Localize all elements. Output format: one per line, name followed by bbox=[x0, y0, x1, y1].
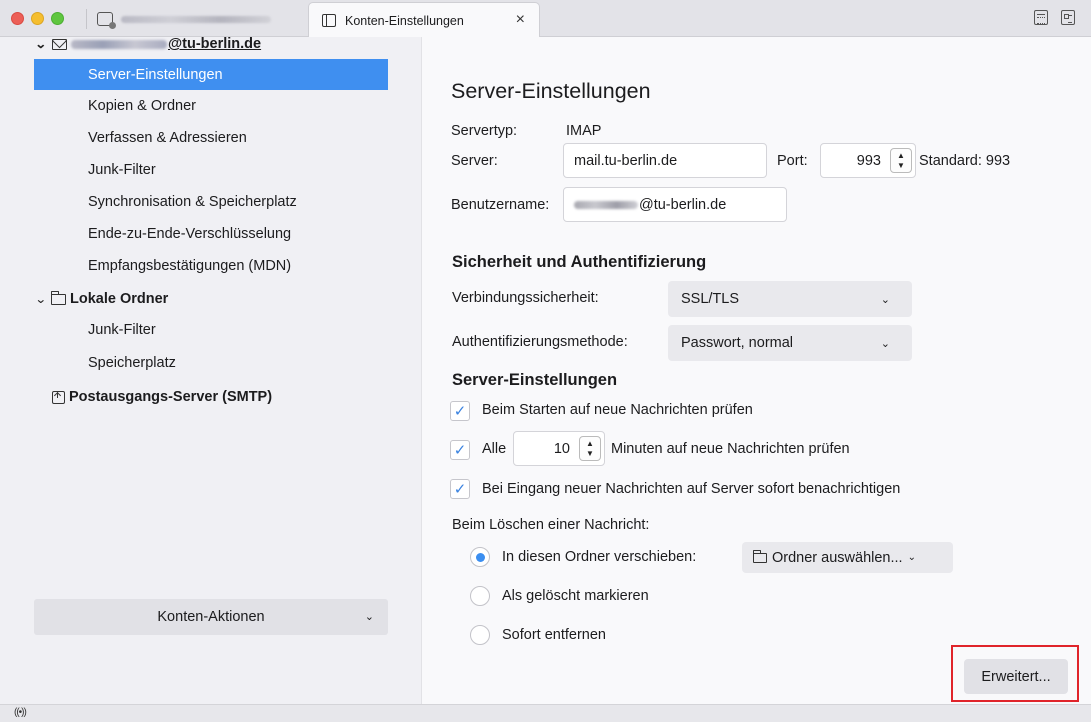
mark-deleted-radio[interactable] bbox=[470, 586, 490, 606]
redacted-username bbox=[574, 200, 638, 209]
server-settings-heading: Server-Einstellungen bbox=[452, 371, 618, 389]
security-heading: Sicherheit und Authentifizierung bbox=[452, 253, 707, 271]
servertype-label: Servertyp: bbox=[451, 123, 518, 139]
auth-method-select[interactable]: Passwort, normal ⌄ bbox=[668, 325, 912, 361]
account-header[interactable]: ⌄ @tu-berlin.de bbox=[35, 29, 262, 59]
minimize-window-button[interactable] bbox=[31, 12, 44, 25]
username-input[interactable]: @tu-berlin.de bbox=[563, 187, 787, 222]
account-actions-button[interactable]: Konten-Aktionen ⌄ bbox=[34, 599, 388, 635]
mail-icon bbox=[52, 38, 67, 50]
notify-label: Bei Eingang neuer Nachrichten auf Server… bbox=[482, 481, 901, 497]
redacted-account-name bbox=[71, 39, 167, 49]
account-actions-label: Konten-Aktionen bbox=[157, 609, 265, 625]
folder-select-button[interactable]: Ordner auswählen... ⌄ bbox=[742, 542, 953, 573]
connection-security-select[interactable]: SSL/TLS ⌄ bbox=[668, 281, 912, 317]
auth-method-value: Passwort, normal bbox=[681, 335, 794, 351]
tab-separator bbox=[86, 9, 87, 29]
sidebar-item-return-receipts[interactable]: Empfangsbestätigungen (MDN) bbox=[88, 251, 291, 281]
server-input[interactable]: mail.tu-berlin.de bbox=[563, 143, 767, 178]
connection-security-label: Verbindungssicherheit: bbox=[452, 290, 599, 306]
check-every-suffix: Minuten auf neue Nachrichten prüfen bbox=[611, 441, 850, 457]
delete-heading: Beim Löschen einer Nachricht: bbox=[452, 517, 650, 533]
close-window-button[interactable] bbox=[11, 12, 24, 25]
status-bar: ((•)) bbox=[0, 704, 1091, 722]
check-interval-value: 10 bbox=[553, 440, 570, 457]
tab-title: Konten-Einstellungen bbox=[345, 13, 464, 28]
connection-security-value: SSL/TLS bbox=[681, 291, 740, 307]
chevron-down-icon: ⌄ bbox=[880, 294, 890, 306]
chevron-down-icon: ⌄ bbox=[364, 611, 374, 623]
folder-select-label: Ordner auswählen... bbox=[772, 549, 903, 566]
sidebar-item-server-settings[interactable]: Server-Einstellungen bbox=[88, 59, 223, 90]
local-folders-header[interactable]: ⌄ Lokale Ordner bbox=[35, 284, 169, 314]
sidebar-item-composition[interactable]: Verfassen & Adressieren bbox=[88, 123, 247, 153]
remove-immediately-label: Sofort entfernen bbox=[502, 627, 606, 643]
chevron-down-icon[interactable]: ⌄ bbox=[35, 37, 49, 51]
sidebar-item-local-junk-filter[interactable]: Junk-Filter bbox=[88, 315, 156, 345]
zoom-window-button[interactable] bbox=[51, 12, 64, 25]
servertype-value: IMAP bbox=[566, 123, 602, 139]
chevron-down-icon: ⌄ bbox=[880, 338, 890, 350]
server-value: mail.tu-berlin.de bbox=[574, 152, 678, 169]
page-title: Server-Einstellungen bbox=[451, 79, 651, 103]
tab-mail[interactable] bbox=[97, 7, 271, 31]
server-label: Server: bbox=[451, 153, 498, 169]
check-every-label: Alle bbox=[482, 441, 507, 457]
chevron-down-icon: ⌄ bbox=[907, 552, 916, 563]
check-interval-stepper[interactable]: 10 ▲ ▼ bbox=[513, 431, 605, 466]
notify-checkbox[interactable]: ✓ bbox=[450, 479, 470, 499]
port-default-label: Standard: 993 bbox=[919, 153, 1011, 169]
sidebar-item-copies-folders[interactable]: Kopien & Ordner bbox=[88, 91, 196, 121]
tasks-icon[interactable] bbox=[1061, 10, 1075, 25]
chevron-down-icon[interactable]: ⌄ bbox=[35, 292, 49, 306]
settings-tab-icon bbox=[322, 14, 336, 27]
advanced-button[interactable]: Erweitert... bbox=[964, 659, 1068, 694]
tab-account-settings[interactable]: Konten-Einstellungen × bbox=[308, 2, 540, 38]
redacted-tab-title bbox=[121, 15, 271, 23]
check-on-start-checkbox[interactable]: ✓ bbox=[450, 401, 470, 421]
sidebar-item-local-storage[interactable]: Speicherplatz bbox=[88, 348, 176, 378]
local-folders-label: Lokale Ordner bbox=[70, 291, 169, 307]
folder-icon bbox=[753, 549, 767, 563]
move-to-folder-radio[interactable] bbox=[470, 547, 490, 567]
port-stepper[interactable]: 993 ▲ ▼ bbox=[820, 143, 916, 178]
account-domain: @tu-berlin.de bbox=[168, 36, 262, 52]
username-domain: @tu-berlin.de bbox=[639, 196, 727, 213]
smtp-server-item[interactable]: Postausgangs-Server (SMTP) bbox=[52, 382, 272, 412]
remove-immediately-radio[interactable] bbox=[470, 625, 490, 645]
port-spinner-icon[interactable]: ▲ ▼ bbox=[890, 148, 912, 173]
close-tab-icon[interactable]: × bbox=[516, 12, 525, 28]
interval-spinner-icon[interactable]: ▲ ▼ bbox=[579, 436, 601, 461]
username-label: Benutzername: bbox=[451, 197, 550, 213]
calendar-icon[interactable] bbox=[1034, 10, 1048, 25]
sidebar-item-sync-storage[interactable]: Synchronisation & Speicherplatz bbox=[88, 187, 297, 217]
move-to-folder-label: In diesen Ordner verschieben: bbox=[502, 549, 697, 565]
check-on-start-label: Beim Starten auf neue Nachrichten prüfen bbox=[482, 402, 753, 418]
smtp-label: Postausgangs-Server (SMTP) bbox=[69, 389, 273, 405]
check-every-checkbox[interactable]: ✓ bbox=[450, 440, 470, 460]
folder-icon bbox=[51, 290, 66, 305]
auth-method-label: Authentifizierungsmethode: bbox=[452, 334, 628, 350]
port-value: 993 bbox=[856, 152, 881, 169]
mail-tab-icon bbox=[97, 12, 116, 29]
sidebar-item-e2e-encryption[interactable]: Ende-zu-Ende-Verschlüsselung bbox=[88, 219, 291, 249]
outbox-icon bbox=[52, 390, 65, 404]
mark-deleted-label: Als gelöscht markieren bbox=[502, 588, 649, 604]
sidebar-item-junk-filter[interactable]: Junk-Filter bbox=[88, 155, 156, 185]
online-status-icon[interactable]: ((•)) bbox=[14, 707, 27, 718]
port-label: Port: bbox=[777, 153, 808, 169]
